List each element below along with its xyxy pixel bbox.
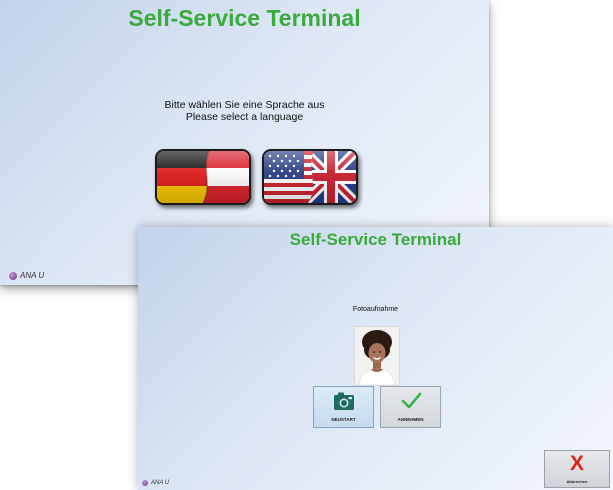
logo-text: ANA U: [151, 480, 170, 486]
captured-photo: [354, 326, 400, 386]
checkmark-icon: [401, 392, 421, 409]
prompt-english: Please select a language: [185, 111, 304, 123]
logo-icon: [142, 480, 148, 486]
restart-button[interactable]: NEUSTART: [313, 386, 374, 428]
accept-label: ANNEHMEN: [397, 417, 424, 422]
logo-icon: [9, 271, 17, 280]
camera-icon: [333, 392, 354, 410]
brand-logo: ANA U: [142, 480, 169, 486]
restart-label: NEUSTART: [331, 417, 356, 422]
brand-logo: ANA U: [9, 271, 44, 280]
page-title: Self-Service Terminal: [289, 230, 462, 249]
flag-germany-austria-icon: [157, 151, 249, 203]
accept-button[interactable]: ANNEHMEN: [380, 386, 441, 428]
language-german-button[interactable]: [155, 149, 251, 205]
language-english-button[interactable]: [262, 149, 358, 205]
close-icon: X: [569, 452, 584, 475]
photo-heading: Fotoaufnahme: [352, 306, 399, 313]
cancel-button[interactable]: X Abbrechen: [544, 450, 610, 488]
prompt-german: Bitte wählen Sie eine Sprache aus: [164, 99, 325, 111]
photo-capture-screen: Self-Service Terminal Fotoaufnahme NEUST…: [138, 227, 613, 490]
logo-text: ANA U: [20, 271, 45, 280]
page-title: Self-Service Terminal: [128, 5, 361, 31]
cancel-label: Abbrechen: [566, 479, 588, 484]
flag-usa-uk-icon: [264, 151, 356, 203]
portrait-image: [355, 327, 399, 385]
